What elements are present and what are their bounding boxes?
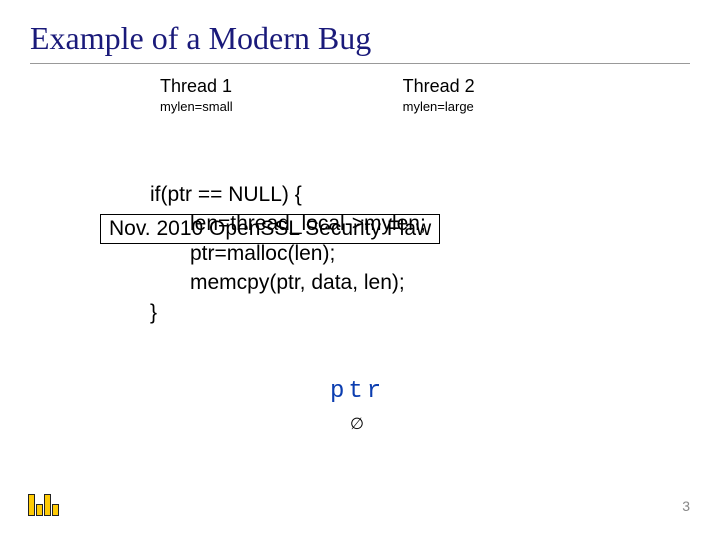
code-line-1: if(ptr == NULL) { bbox=[150, 180, 426, 209]
page-number: 3 bbox=[682, 498, 690, 514]
code-block: if(ptr == NULL) { len=thread_local->myle… bbox=[150, 180, 426, 327]
empty-set-symbol: ∅ bbox=[350, 414, 364, 434]
threads-row: Thread 1 mylen=small Thread 2 mylen=larg… bbox=[160, 76, 690, 114]
michigan-logo-icon bbox=[28, 494, 60, 516]
code-line-5: } bbox=[150, 298, 426, 327]
thread-2-sub: mylen=large bbox=[403, 99, 475, 114]
code-line-4: memcpy(ptr, data, len); bbox=[190, 268, 426, 297]
slide: Example of a Modern Bug Thread 1 mylen=s… bbox=[0, 0, 720, 540]
thread-2-label: Thread 2 bbox=[403, 76, 475, 97]
thread-1-sub: mylen=small bbox=[160, 99, 233, 114]
thread-1-col: Thread 1 mylen=small bbox=[160, 76, 233, 114]
ptr-label: ptr bbox=[330, 378, 385, 405]
thread-2-col: Thread 2 mylen=large bbox=[403, 76, 475, 114]
slide-title: Example of a Modern Bug bbox=[30, 20, 690, 64]
thread-1-label: Thread 1 bbox=[160, 76, 233, 97]
callout-box: Nov. 2010 OpenSSL Security Flaw bbox=[100, 214, 440, 244]
